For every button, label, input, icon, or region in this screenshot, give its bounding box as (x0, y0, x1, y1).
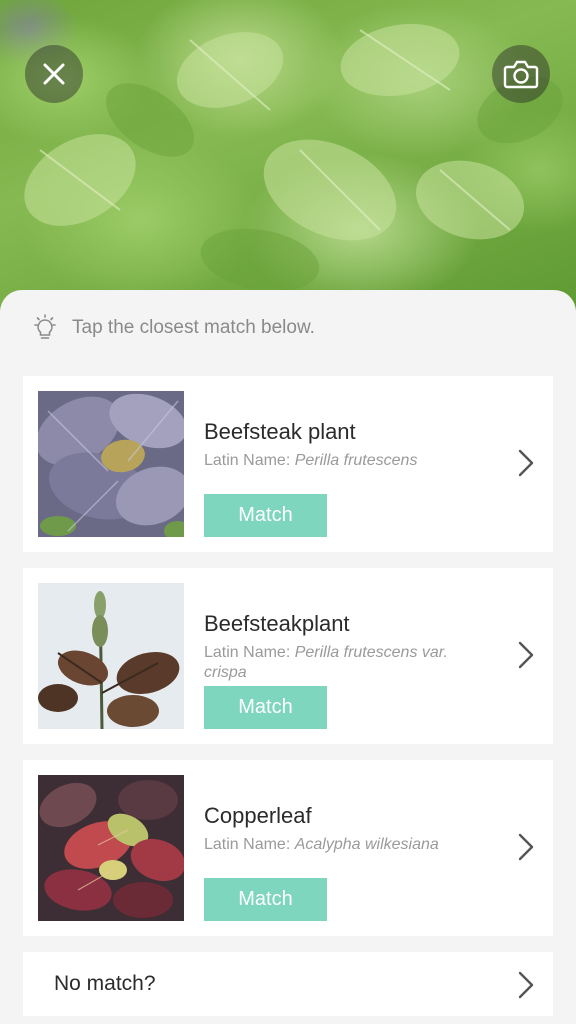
lightbulb-icon (34, 314, 56, 339)
result-card-1[interactable]: Beefsteak plant Latin Name: Perilla frut… (23, 376, 553, 552)
results-sheet: Tap the closest match below. Beefsteak p… (0, 290, 576, 1024)
no-match-label: No match? (54, 972, 156, 995)
result-thumbnail-1 (38, 391, 184, 537)
result-info-3: Copperleaf Latin Name: Acalypha wilkesia… (204, 803, 494, 855)
result-thumbnail-2 (38, 583, 184, 729)
close-button[interactable] (25, 45, 83, 103)
leaves-illustration (24, 23, 563, 292)
camera-icon (503, 60, 539, 89)
result-latin: Latin Name: Perilla frutescens (204, 451, 494, 471)
match-button[interactable]: Match (204, 686, 327, 729)
result-info-1: Beefsteak plant Latin Name: Perilla frut… (204, 419, 494, 471)
chevron-right-icon[interactable] (517, 448, 535, 478)
match-button[interactable]: Match (204, 878, 327, 921)
result-name: Beefsteakplant (204, 611, 350, 636)
chevron-right-icon[interactable] (517, 832, 535, 862)
result-card-3[interactable]: Copperleaf Latin Name: Acalypha wilkesia… (23, 760, 553, 936)
result-name: Beefsteak plant (204, 419, 356, 444)
chevron-right-icon[interactable] (517, 970, 535, 1000)
latin-prefix: Latin Name: (204, 452, 291, 469)
plant-photo (0, 0, 576, 310)
hint-row: Tap the closest match below. (32, 314, 315, 342)
result-card-2[interactable]: Beefsteakplant Latin Name: Perilla frute… (23, 568, 553, 744)
camera-button[interactable] (492, 45, 550, 103)
chevron-right-icon[interactable] (517, 640, 535, 670)
latin-species: Perilla frutescens (294, 452, 418, 469)
latin-prefix: Latin Name: (204, 644, 291, 661)
close-icon (43, 63, 65, 85)
latin-species: Acalypha wilkesiana (294, 836, 439, 853)
result-name: Copperleaf (204, 803, 312, 828)
no-match-row[interactable]: No match? (23, 952, 553, 1016)
result-latin: Latin Name: Perilla frutescens var. cris… (204, 643, 494, 683)
result-latin: Latin Name: Acalypha wilkesiana (204, 835, 494, 855)
match-button[interactable]: Match (204, 494, 327, 537)
latin-prefix: Latin Name: (204, 836, 291, 853)
hint-text: Tap the closest match below. (72, 317, 315, 338)
result-thumbnail-3 (38, 775, 184, 921)
result-info-2: Beefsteakplant Latin Name: Perilla frute… (204, 611, 494, 683)
